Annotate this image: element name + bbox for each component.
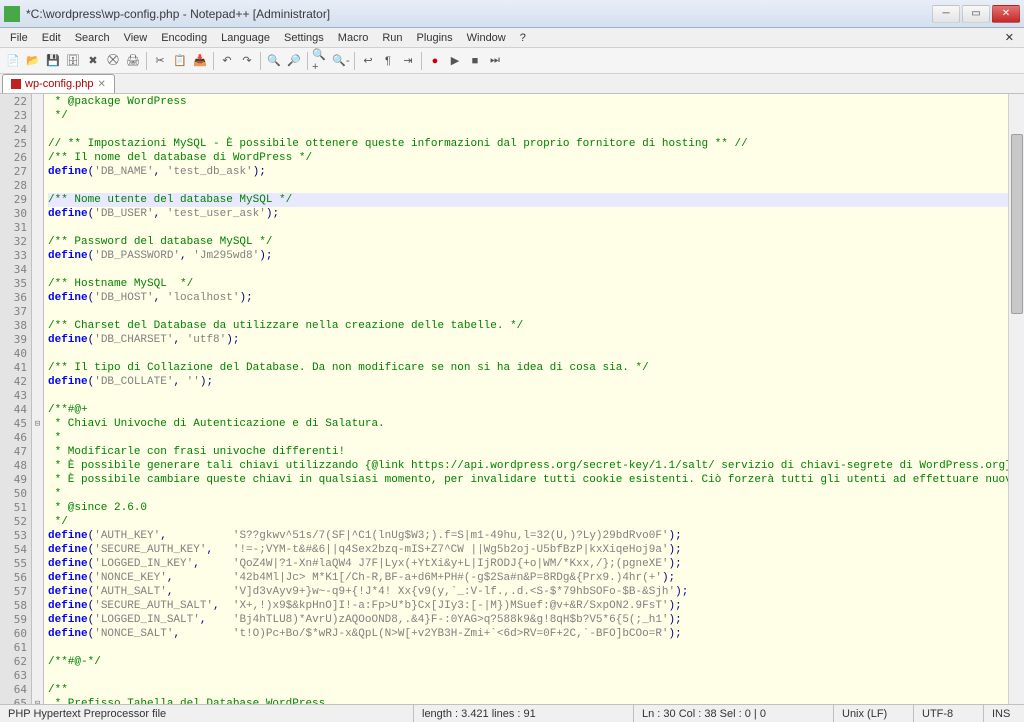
editor[interactable]: 2223242526272829303132333435363738394041… [0,94,1024,704]
zoomin-icon[interactable]: 🔍+ [312,52,330,70]
menu-view[interactable]: View [118,30,154,46]
minimize-button[interactable]: ─ [932,5,960,23]
save-icon[interactable]: 💾 [44,52,62,70]
copy-icon[interactable]: 📋 [171,52,189,70]
menubar: FileEditSearchViewEncodingLanguageSettin… [0,28,1024,48]
statusbar: PHP Hypertext Preprocessor file length :… [0,704,1024,722]
wrap-icon[interactable]: ↩ [359,52,377,70]
zoomout-icon[interactable]: 🔍- [332,52,350,70]
menu-macro[interactable]: Macro [332,30,375,46]
tab-close-icon[interactable]: ✕ [98,79,106,90]
tab-wpconfig[interactable]: wp-config.php ✕ [2,74,115,93]
menu-plugins[interactable]: Plugins [411,30,459,46]
new-icon[interactable]: 📄 [4,52,22,70]
status-encoding[interactable]: UTF-8 [914,705,984,722]
closeall-icon[interactable]: ⛒ [104,52,122,70]
tab-label: wp-config.php [25,78,94,90]
record-icon[interactable]: ● [426,52,444,70]
status-filetype: PHP Hypertext Preprocessor file [0,705,414,722]
window-buttons: ─ ▭ ✕ [932,5,1020,23]
cut-icon[interactable]: ✂ [151,52,169,70]
menu-file[interactable]: File [4,30,34,46]
php-icon [11,79,21,89]
close-file-icon[interactable]: ✖ [84,52,102,70]
toolbar: 📄 📂 💾 🗄 ✖ ⛒ 🖨 ✂ 📋 📥 ↶ ↷ 🔍 🔎 🔍+ 🔍- ↩ ¶ ⇥ … [0,48,1024,74]
menu-edit[interactable]: Edit [36,30,67,46]
status-mode[interactable]: INS [984,705,1024,722]
status-length: length : 3.421 lines : 91 [414,705,634,722]
play-icon[interactable]: ▶ [446,52,464,70]
tabbar: wp-config.php ✕ [0,74,1024,94]
menu-search[interactable]: Search [69,30,116,46]
redo-icon[interactable]: ↷ [238,52,256,70]
vertical-scrollbar[interactable] [1008,94,1024,704]
mdi-close-icon[interactable]: ✕ [999,29,1020,46]
open-icon[interactable]: 📂 [24,52,42,70]
showall-icon[interactable]: ¶ [379,52,397,70]
menu-?[interactable]: ? [514,30,532,46]
stop-icon[interactable]: ■ [466,52,484,70]
status-eol[interactable]: Unix (LF) [834,705,914,722]
line-gutter: 2223242526272829303132333435363738394041… [0,94,32,704]
titlebar: *C:\wordpress\wp-config.php - Notepad++ … [0,0,1024,28]
replace-icon[interactable]: 🔎 [285,52,303,70]
menu-run[interactable]: Run [376,30,408,46]
print-icon[interactable]: 🖨 [124,52,142,70]
indent-icon[interactable]: ⇥ [399,52,417,70]
saveall-icon[interactable]: 🗄 [64,52,82,70]
find-icon[interactable]: 🔍 [265,52,283,70]
menu-window[interactable]: Window [461,30,512,46]
playmulti-icon[interactable]: ⏭ [486,52,504,70]
code-area[interactable]: * @package WordPress */ // ** Impostazio… [44,94,1008,704]
menu-encoding[interactable]: Encoding [155,30,213,46]
close-button[interactable]: ✕ [992,5,1020,23]
paste-icon[interactable]: 📥 [191,52,209,70]
menu-settings[interactable]: Settings [278,30,330,46]
maximize-button[interactable]: ▭ [962,5,990,23]
fold-gutter[interactable]: ⊟⊟⊟ [32,94,44,704]
status-position: Ln : 30 Col : 38 Sel : 0 | 0 [634,705,834,722]
app-icon [4,6,20,22]
undo-icon[interactable]: ↶ [218,52,236,70]
scrollbar-thumb[interactable] [1011,134,1023,314]
menu-language[interactable]: Language [215,30,276,46]
window-title: *C:\wordpress\wp-config.php - Notepad++ … [26,7,932,21]
